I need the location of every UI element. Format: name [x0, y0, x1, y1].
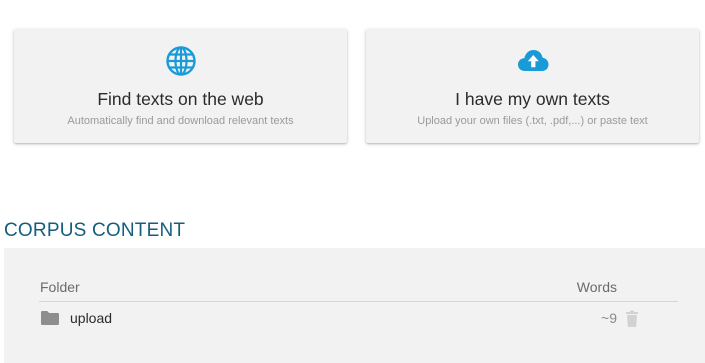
cloud-upload-icon: [517, 50, 548, 71]
folder-name: upload: [70, 310, 113, 326]
corpus-table-header: Folder Words: [39, 274, 678, 302]
trash-icon[interactable]: [625, 310, 639, 328]
card-subtitle: Upload your own files (.txt, .pdf,...) o…: [417, 115, 648, 127]
folder-icon: [41, 311, 59, 325]
card-title: I have my own texts: [455, 89, 610, 109]
corpus-content-heading: CORPUS CONTENT: [4, 220, 186, 241]
words-column-header: Words: [576, 279, 617, 295]
find-texts-web-card[interactable]: Find texts on the web Automatically find…: [14, 29, 347, 143]
table-row[interactable]: upload ~9: [39, 303, 678, 333]
word-count: ~9: [601, 310, 617, 326]
globe-icon: [165, 46, 196, 76]
own-texts-card[interactable]: I have my own texts Upload your own file…: [366, 29, 699, 143]
folder-column-header: Folder: [40, 279, 80, 295]
corpus-content-panel: Folder Words upload ~9: [4, 248, 705, 363]
card-subtitle: Automatically find and download relevant…: [67, 115, 294, 127]
card-title: Find texts on the web: [97, 89, 264, 109]
